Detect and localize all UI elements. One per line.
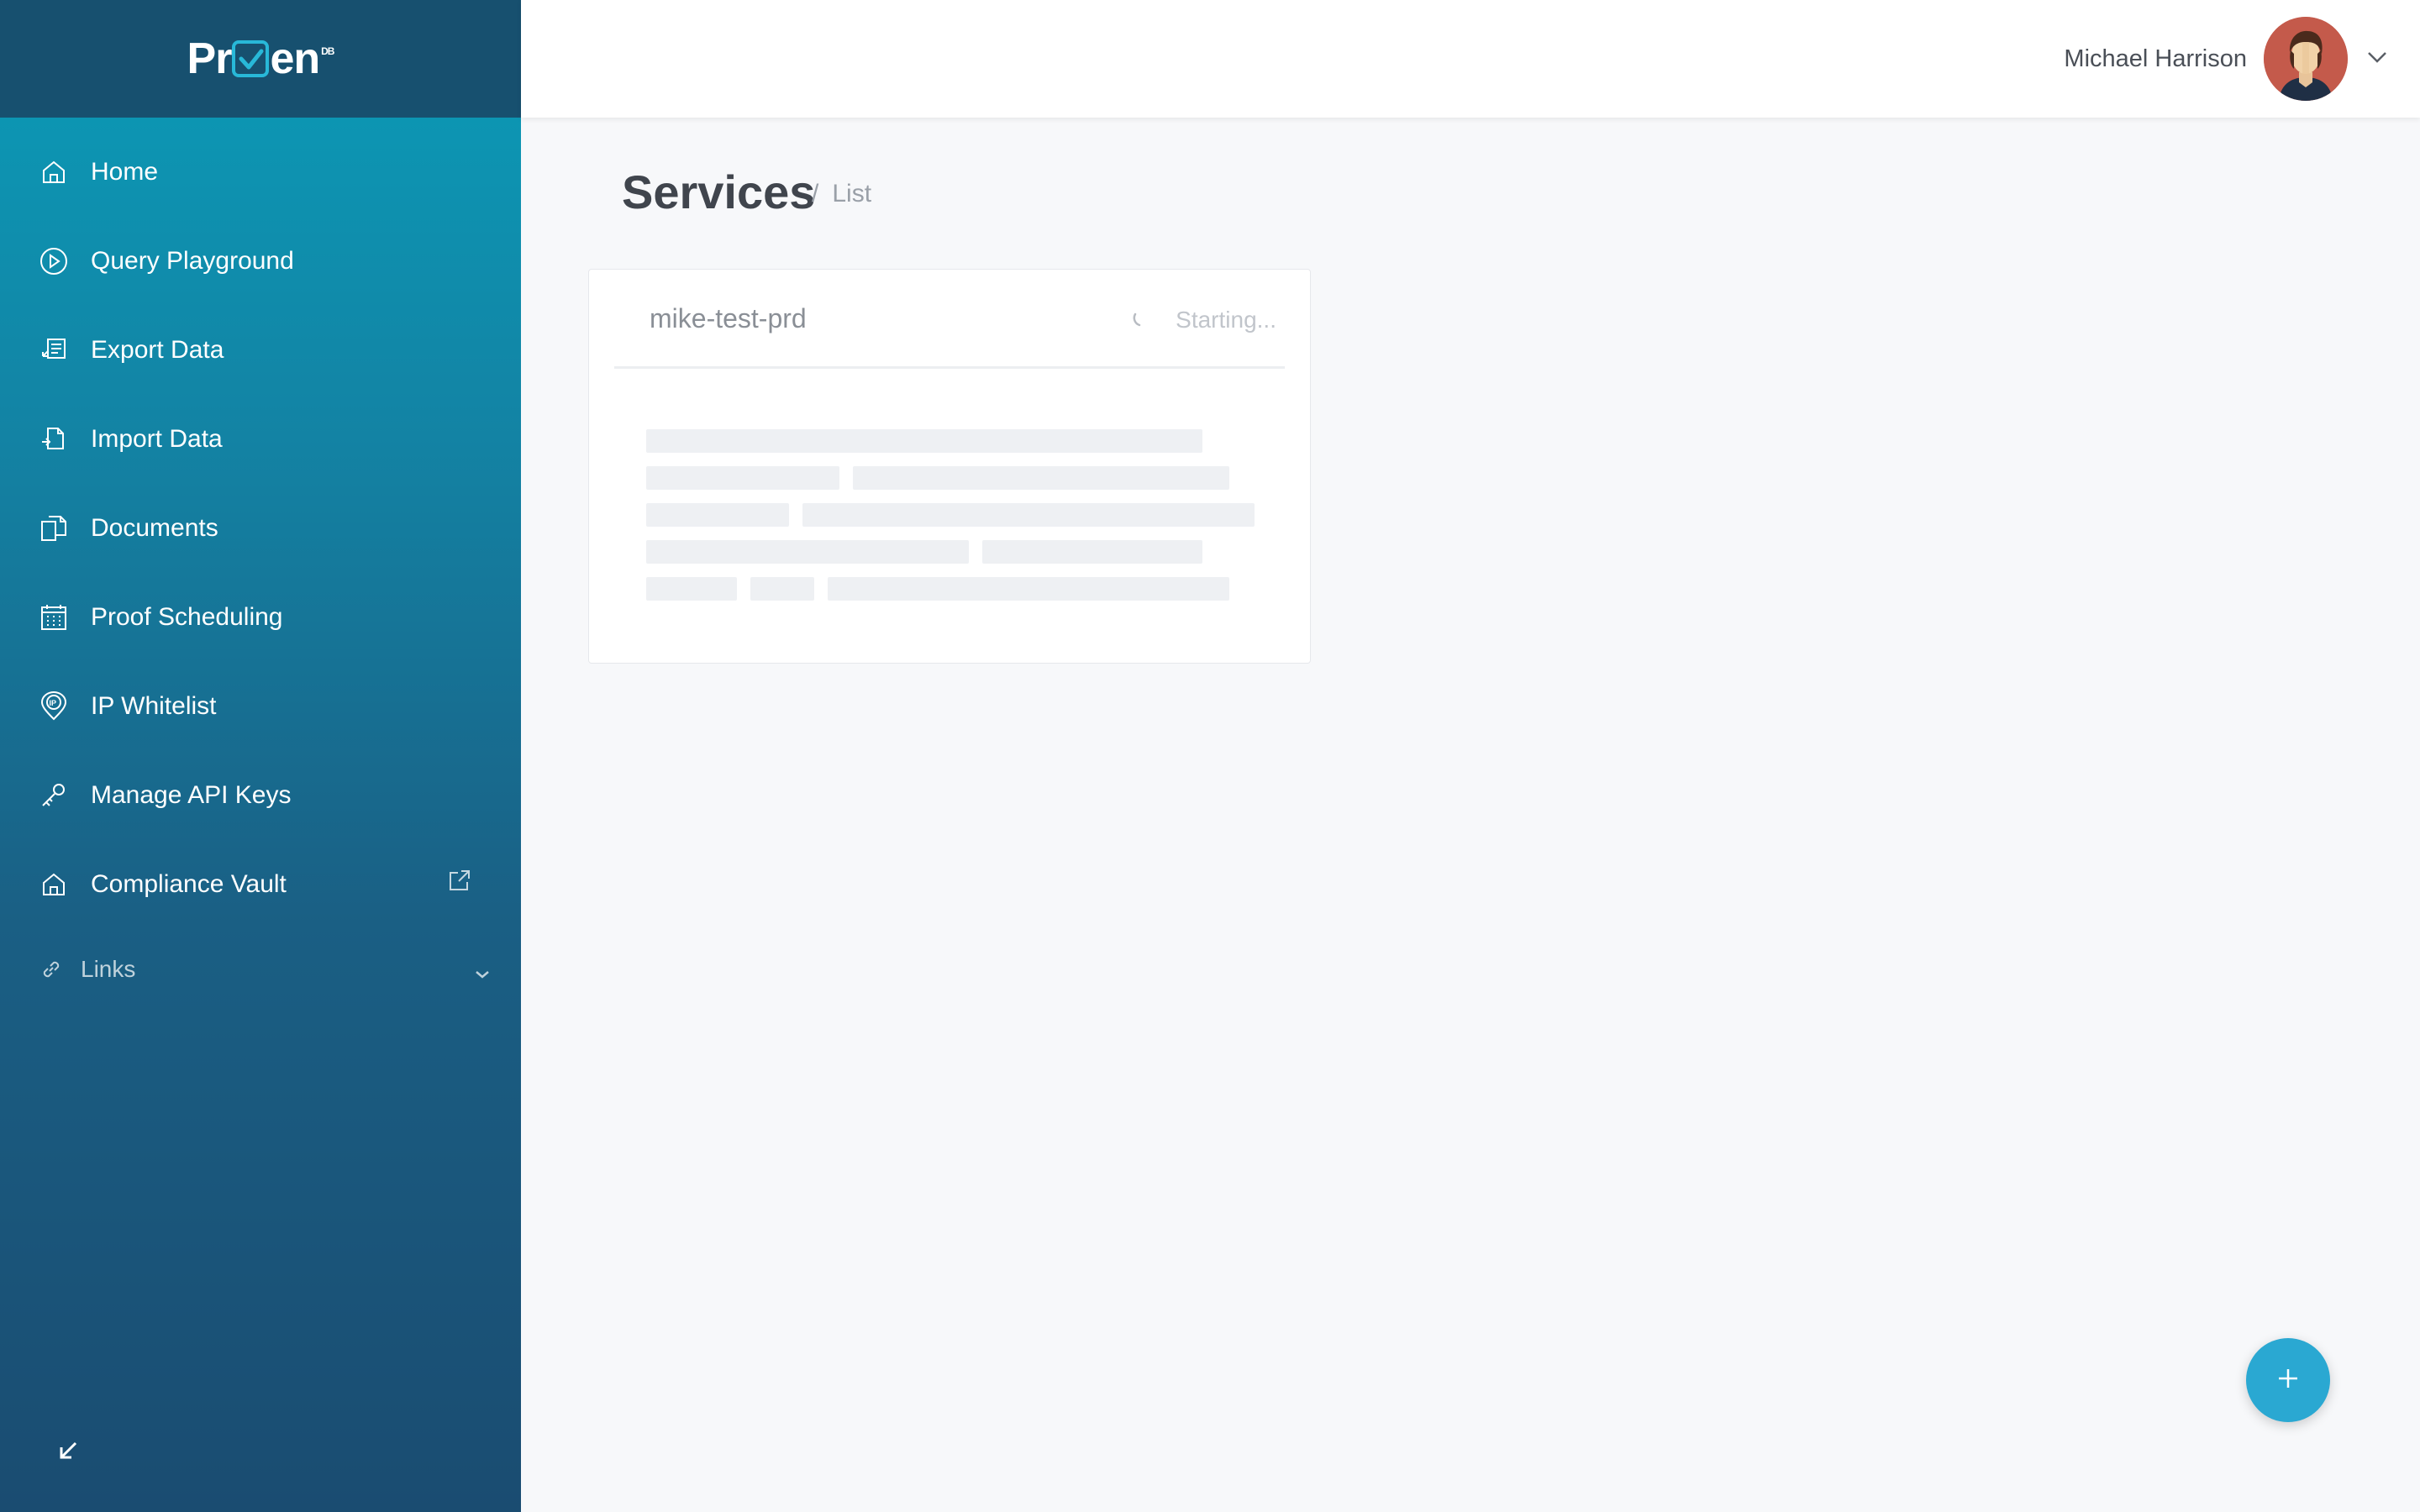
add-service-button[interactable] — [2246, 1338, 2330, 1422]
svg-text:IP: IP — [50, 699, 57, 707]
sidebar-links-toggle[interactable]: Links — [0, 929, 521, 1010]
logo-text-suffix: en — [270, 34, 320, 83]
service-card-header: mike-test-prd Starting... — [614, 270, 1285, 369]
skeleton-row — [646, 503, 1268, 527]
sidebar-item-home[interactable]: Home — [0, 128, 521, 217]
breadcrumb: / List — [812, 180, 871, 208]
sidebar-item-manage-api-keys[interactable]: Manage API Keys — [0, 751, 521, 840]
sidebar: Pr en DB Home Query Playground Export Da… — [0, 0, 521, 1512]
skeleton-row — [646, 466, 1268, 490]
breadcrumb-separator: / — [812, 180, 819, 207]
skeleton-row — [646, 540, 1268, 564]
chevron-down-icon — [474, 959, 491, 986]
service-status-text: Starting... — [1176, 307, 1276, 333]
sidebar-links-label: Links — [81, 956, 136, 982]
logo-text-prefix: Pr — [187, 34, 233, 83]
user-name: Michael Harrison — [2064, 45, 2247, 72]
sidebar-item-label: Documents — [91, 514, 218, 542]
sidebar-item-label: Compliance Vault — [91, 870, 287, 898]
external-link-icon[interactable] — [447, 868, 472, 900]
chevron-down-icon[interactable] — [2366, 50, 2388, 68]
skeleton-row — [646, 429, 1268, 453]
play-circle-icon — [37, 244, 71, 278]
sidebar-item-label: Manage API Keys — [91, 781, 292, 809]
import-icon — [37, 423, 71, 456]
plus-icon — [2275, 1366, 2301, 1395]
sidebar-item-label: Import Data — [91, 425, 223, 453]
service-name: mike-test-prd — [650, 303, 807, 333]
export-icon — [37, 333, 71, 367]
sidebar-item-label: Query Playground — [91, 247, 294, 275]
service-card[interactable]: mike-test-prd Starting... — [588, 269, 1311, 664]
sidebar-item-label: Proof Scheduling — [91, 603, 283, 631]
sidebar-nav: Home Query Playground Export Data Import… — [0, 118, 521, 929]
logo-mark: DB — [321, 45, 334, 57]
skeleton-loader — [646, 429, 1268, 614]
avatar[interactable] — [2264, 17, 2348, 101]
brand-logo[interactable]: Pr en DB — [187, 34, 335, 84]
sidebar-item-label: Export Data — [91, 336, 224, 364]
sidebar-item-export-data[interactable]: Export Data — [0, 306, 521, 395]
sidebar-item-compliance-vault[interactable]: Compliance Vault — [0, 840, 521, 929]
sidebar-item-import-data[interactable]: Import Data — [0, 395, 521, 484]
home-icon — [37, 155, 71, 189]
skeleton-row — [646, 577, 1268, 601]
calendar-icon — [37, 601, 71, 634]
sidebar-header: Pr en DB — [0, 0, 521, 118]
collapse-sidebar-button[interactable] — [54, 1438, 82, 1467]
sidebar-item-ip-whitelist[interactable]: IP IP Whitelist — [0, 662, 521, 751]
user-menu[interactable]: Michael Harrison — [2064, 17, 2388, 101]
sidebar-item-query-playground[interactable]: Query Playground — [0, 217, 521, 306]
sidebar-item-proof-scheduling[interactable]: Proof Scheduling — [0, 573, 521, 662]
link-icon — [39, 957, 64, 982]
page-title: Services — [622, 165, 816, 218]
logo-check-icon — [232, 40, 270, 77]
loading-spinner-icon — [1132, 307, 1150, 333]
sidebar-item-label: IP Whitelist — [91, 692, 217, 720]
collapse-arrow-icon — [57, 1440, 79, 1466]
service-status: Starting... — [1132, 307, 1276, 333]
vault-icon — [37, 868, 71, 901]
documents-icon — [37, 512, 71, 545]
sidebar-item-label: Home — [91, 158, 159, 186]
ip-pin-icon: IP — [37, 690, 71, 723]
key-icon — [37, 779, 71, 812]
top-bar: Michael Harrison — [521, 0, 2420, 118]
sidebar-item-documents[interactable]: Documents — [0, 484, 521, 573]
breadcrumb-current: List — [832, 180, 872, 207]
